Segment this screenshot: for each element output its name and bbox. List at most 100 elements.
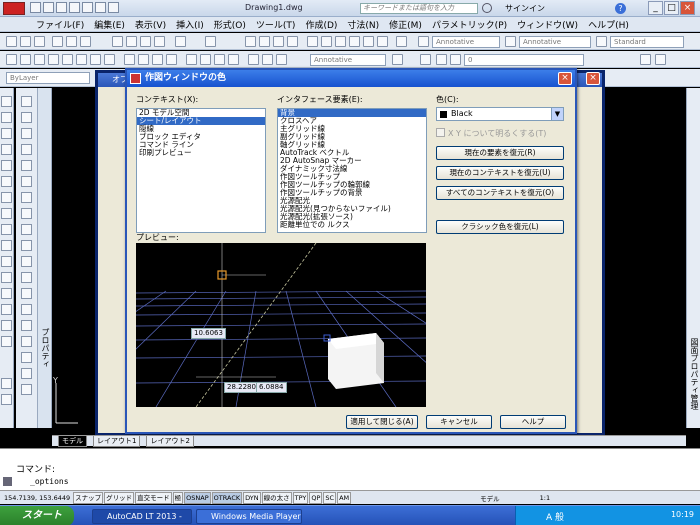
- ortho-toggle[interactable]: 直交モード: [135, 491, 172, 504]
- menu-edit[interactable]: 編集(E): [94, 18, 125, 31]
- designcenter-icon[interactable]: [321, 36, 332, 47]
- space-icon[interactable]: [166, 54, 177, 65]
- dim-style-combo-2[interactable]: Annotative: [310, 54, 386, 66]
- calculator-icon[interactable]: [377, 36, 388, 47]
- mtext-draw-icon[interactable]: [21, 384, 32, 395]
- tab-layout1[interactable]: レイアウト1: [93, 435, 141, 447]
- menu-window[interactable]: ウィンドウ(W): [517, 18, 578, 31]
- mirror-icon[interactable]: [1, 128, 12, 139]
- osnap-toggle[interactable]: OSNAP: [184, 491, 211, 504]
- copy-obj-icon[interactable]: [1, 112, 12, 123]
- mtext-icon[interactable]: [1, 394, 12, 405]
- restore-classic-button[interactable]: クラシック色を復元(L): [436, 220, 564, 234]
- grid-toggle[interactable]: グリッド: [104, 491, 135, 504]
- bulb-icon[interactable]: [436, 54, 447, 65]
- tab-model[interactable]: モデル: [58, 435, 87, 447]
- sc-toggle[interactable]: SC: [323, 491, 337, 504]
- tint-checkbox[interactable]: [436, 128, 445, 137]
- inspect-icon[interactable]: [214, 54, 225, 65]
- scale-icon[interactable]: [1, 208, 12, 219]
- undo-icon[interactable]: [175, 36, 186, 47]
- text-style-combo[interactable]: Annotative: [432, 36, 500, 48]
- quick-dim-icon[interactable]: [124, 54, 135, 65]
- diameter-icon[interactable]: [90, 54, 101, 65]
- menu-view[interactable]: 表示(V): [135, 18, 166, 31]
- dim-style-icon[interactable]: [505, 36, 516, 47]
- circle-icon[interactable]: [21, 192, 32, 203]
- match-icon[interactable]: [154, 36, 165, 47]
- help-icon[interactable]: ?: [615, 3, 626, 14]
- linear-dim-icon[interactable]: [6, 54, 17, 65]
- menu-modify[interactable]: 修正(M): [389, 18, 422, 31]
- new-icon[interactable]: [6, 36, 17, 47]
- baseline-icon[interactable]: [138, 54, 149, 65]
- spline-icon[interactable]: [21, 224, 32, 235]
- gradient-icon[interactable]: [21, 336, 32, 347]
- menu-help[interactable]: ヘルプ(H): [588, 18, 629, 31]
- command-input[interactable]: _options: [30, 477, 69, 486]
- revcloud-icon[interactable]: [21, 208, 32, 219]
- rectangle-icon[interactable]: [21, 160, 32, 171]
- stretch-icon[interactable]: [1, 224, 12, 235]
- new-icon[interactable]: [30, 2, 41, 13]
- insert-block-icon[interactable]: [21, 272, 32, 283]
- snap-toggle[interactable]: スナップ: [73, 491, 104, 504]
- cut-icon[interactable]: [112, 36, 123, 47]
- dialog-close-icon[interactable]: ×: [558, 72, 572, 85]
- menu-tools[interactable]: ツール(T): [256, 18, 296, 31]
- polygon-icon[interactable]: [21, 144, 32, 155]
- lineweight-toggle[interactable]: 線の太さ: [261, 491, 292, 504]
- help-button[interactable]: ヘルプ: [500, 415, 566, 429]
- print-icon[interactable]: [52, 36, 63, 47]
- region-icon[interactable]: [21, 352, 32, 363]
- qp-toggle[interactable]: QP: [309, 491, 323, 504]
- list-item[interactable]: シート/レイアウト: [137, 117, 265, 125]
- rotate-icon[interactable]: [1, 192, 12, 203]
- layer-prev-icon[interactable]: [640, 54, 651, 65]
- table-icon[interactable]: [21, 368, 32, 379]
- arc-icon[interactable]: [21, 176, 32, 187]
- layer-state-icon[interactable]: [655, 54, 666, 65]
- center-mark-icon[interactable]: [200, 54, 211, 65]
- polar-toggle[interactable]: 極: [172, 491, 184, 504]
- apply-close-button[interactable]: 適用して閉じる(A): [346, 415, 418, 429]
- text-a-icon[interactable]: [1, 378, 12, 389]
- join-icon[interactable]: [1, 288, 12, 299]
- tpy-toggle[interactable]: TPY: [292, 491, 309, 504]
- menu-format[interactable]: 形式(O): [214, 18, 246, 31]
- menu-parametric[interactable]: パラメトリック(P): [432, 18, 507, 31]
- explode-icon[interactable]: [1, 336, 12, 347]
- print-icon[interactable]: [82, 2, 93, 13]
- saveas-icon[interactable]: [69, 2, 80, 13]
- layer-props-icon[interactable]: [420, 54, 431, 65]
- ordinate-icon[interactable]: [48, 54, 59, 65]
- dyn-toggle[interactable]: DYN: [243, 491, 261, 504]
- arc-length-icon[interactable]: [34, 54, 45, 65]
- dim-edit-icon[interactable]: [248, 54, 259, 65]
- aligned-dim-icon[interactable]: [20, 54, 31, 65]
- ellipse-icon[interactable]: [21, 240, 32, 251]
- tolerance-icon[interactable]: [186, 54, 197, 65]
- cancel-button[interactable]: キャンセル: [426, 415, 492, 429]
- ime-indicator[interactable]: A 般: [546, 510, 564, 523]
- fillet-icon[interactable]: [1, 320, 12, 331]
- save-icon[interactable]: [56, 2, 67, 13]
- signin-link[interactable]: サインイン: [505, 3, 545, 14]
- close-icon[interactable]: ×: [680, 1, 695, 15]
- interface-element-list[interactable]: 背景 クロスヘア 主グリッド線 副グリッド線 軸グリッド線 AutoTrack …: [277, 108, 427, 233]
- restore-context-button[interactable]: 現在のコンテキストを復元(U): [436, 166, 564, 180]
- jog-line-icon[interactable]: [228, 54, 239, 65]
- publish-icon[interactable]: [80, 36, 91, 47]
- start-button[interactable]: スタート: [0, 506, 74, 525]
- ellipse-arc-icon[interactable]: [21, 256, 32, 267]
- tab-layout2[interactable]: レイアウト2: [146, 435, 194, 447]
- task-media-player[interactable]: Windows Media Player: [196, 509, 302, 524]
- menu-draw[interactable]: 作成(D): [305, 18, 337, 31]
- otrack-toggle[interactable]: OTRACK: [211, 491, 243, 504]
- jogged-icon[interactable]: [76, 54, 87, 65]
- search-input[interactable]: キーワードまたは語句を入力: [360, 3, 478, 14]
- dim-text-edit-icon[interactable]: [262, 54, 273, 65]
- chevron-down-icon[interactable]: ▼: [551, 108, 563, 120]
- search-icon[interactable]: [482, 3, 492, 13]
- dim-update-icon[interactable]: [276, 54, 287, 65]
